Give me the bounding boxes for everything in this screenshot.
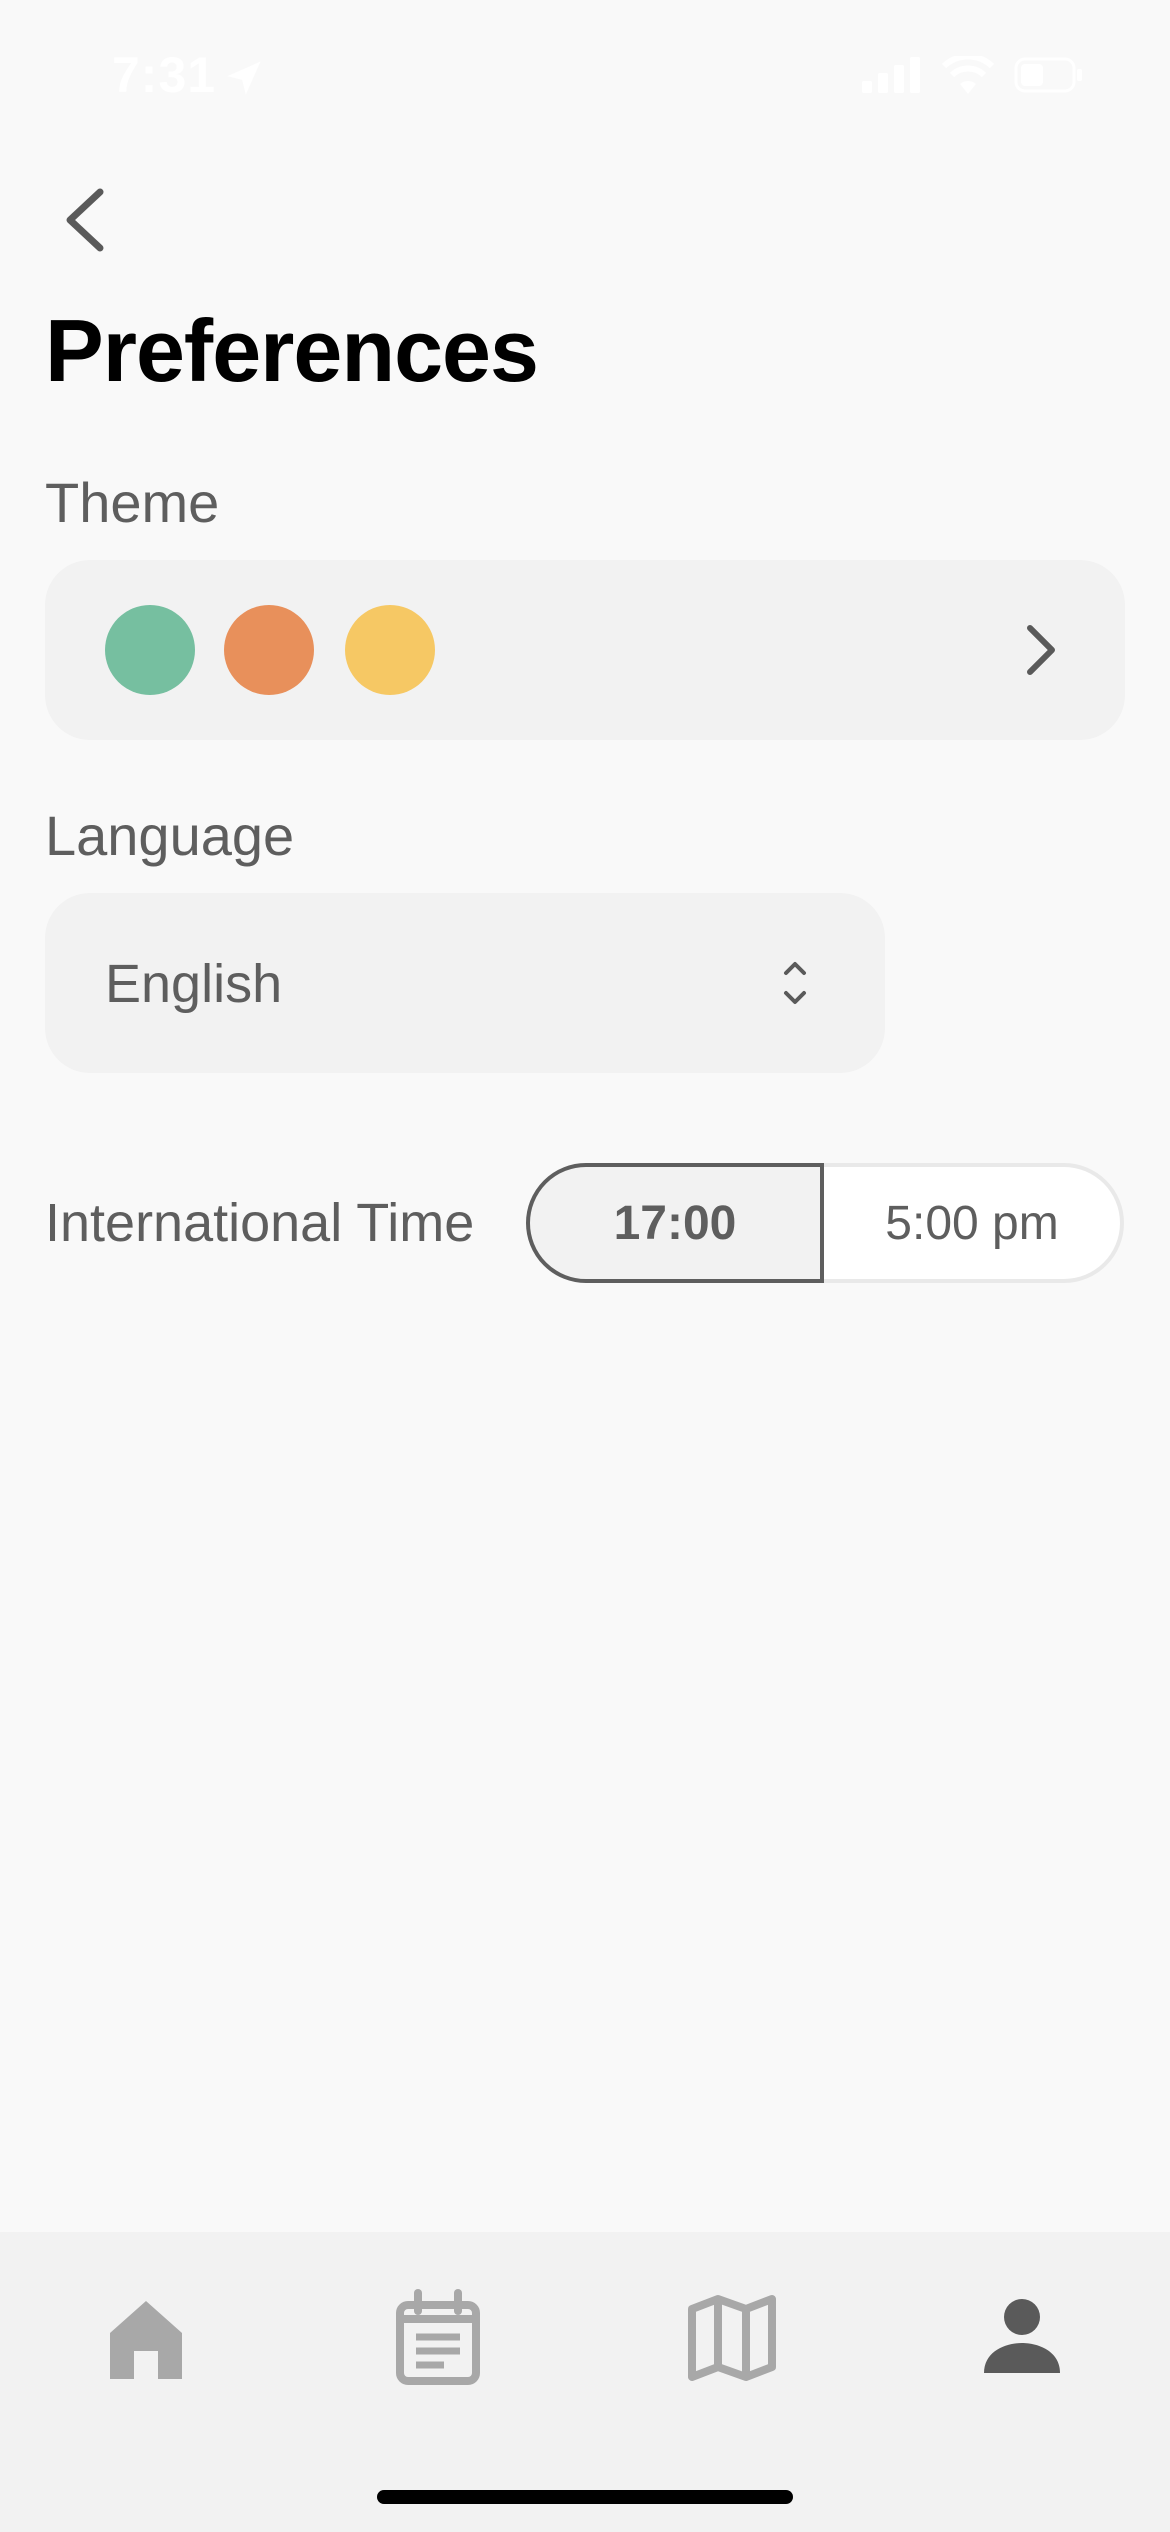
battery-icon (1014, 57, 1082, 93)
time-format-24h-option[interactable]: 17:00 (526, 1163, 824, 1283)
theme-swatch-yellow (345, 605, 435, 695)
language-label: Language (45, 804, 295, 867)
tab-profile[interactable] (972, 2287, 1072, 2387)
time-format-12h-option[interactable]: 5:00 pm (824, 1163, 1124, 1283)
map-icon (688, 2295, 776, 2381)
profile-icon (984, 2299, 1060, 2373)
time-format-toggle: 17:00 5:00 pm (526, 1163, 1124, 1283)
theme-label: Theme (45, 471, 220, 534)
theme-selector[interactable] (45, 560, 1125, 740)
chevron-left-icon (66, 188, 104, 252)
tab-home[interactable] (96, 2287, 196, 2387)
status-bar: 7:31 (0, 0, 1170, 150)
calendar-icon (396, 2289, 480, 2385)
wifi-icon (942, 56, 994, 94)
tab-map[interactable] (682, 2287, 782, 2387)
tab-bar (0, 2232, 1170, 2532)
international-time-label: International Time (45, 1193, 475, 1253)
theme-swatch-orange (224, 605, 314, 695)
location-arrow-icon (227, 61, 261, 95)
language-value: English (105, 954, 283, 1014)
tab-calendar[interactable] (388, 2287, 488, 2387)
home-icon (110, 2301, 182, 2379)
theme-swatch-green (105, 605, 195, 695)
status-time: 7:31 (112, 47, 217, 103)
back-button[interactable] (52, 180, 122, 260)
preferences-screen: 7:31 Preferences Theme Language English … (0, 0, 1170, 2532)
home-indicator (377, 2490, 793, 2504)
chevron-up-down-icon (784, 962, 806, 1004)
chevron-right-icon (1027, 625, 1055, 675)
language-select[interactable]: English (45, 893, 885, 1073)
cellular-signal-icon (862, 57, 920, 93)
status-icons (862, 56, 1084, 94)
page-title: Preferences (45, 301, 539, 400)
